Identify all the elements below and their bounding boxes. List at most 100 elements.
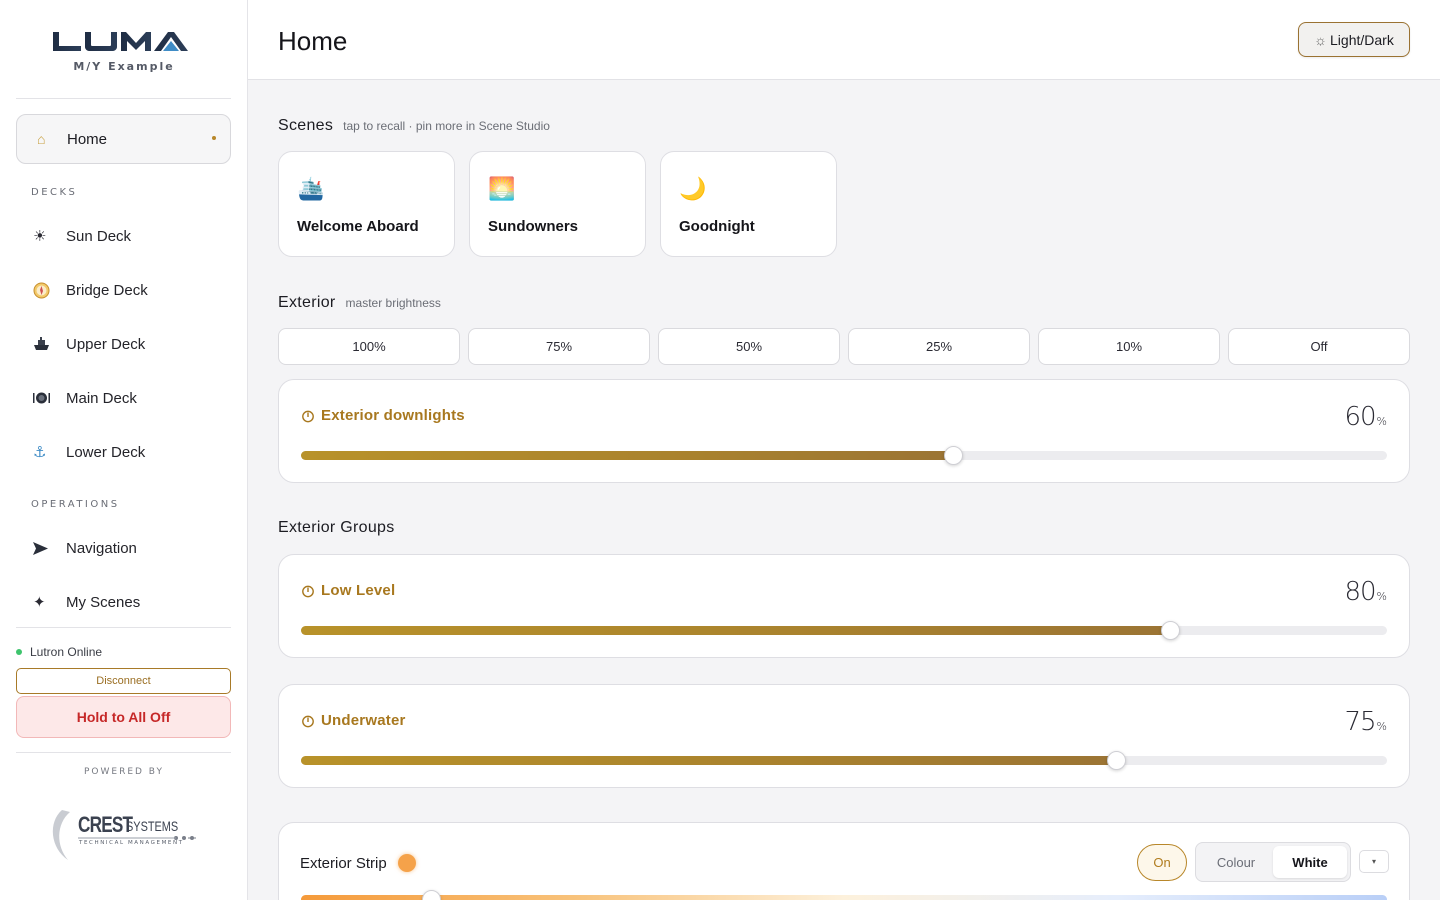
preset-100-button[interactable]: 100% xyxy=(278,328,460,365)
crest-logo-suffix: SYSTEMS xyxy=(126,818,179,834)
scene-card-welcome-aboard[interactable]: 🛳️ Welcome Aboard xyxy=(278,151,455,257)
fader-underwater: Underwater 75% xyxy=(278,684,1410,788)
fader-value-number: 60 xyxy=(1344,402,1376,432)
sidebar-divider xyxy=(16,98,231,99)
compass-icon xyxy=(33,282,66,299)
luma-wordmark-icon xyxy=(53,32,188,51)
slider-fill xyxy=(301,756,1116,765)
anchor-icon: ⚓ xyxy=(33,444,47,461)
sidebar: M/Y Example ⌂ Home DECKS ☀ Sun Deck Brid… xyxy=(0,0,248,900)
slider-handle[interactable] xyxy=(1160,621,1180,640)
mode-white-button[interactable]: White xyxy=(1273,846,1347,878)
connection-status: Lutron Online xyxy=(16,645,102,659)
power-icon xyxy=(302,585,314,597)
ship-icon: 🛳️ xyxy=(297,176,325,201)
scene-card-goodnight[interactable]: 🌙 Goodnight xyxy=(660,151,837,257)
fader-name[interactable]: Underwater xyxy=(301,712,406,729)
exterior-section-header: Exterior master brightness xyxy=(278,294,441,312)
navigation-arrow-icon xyxy=(33,541,66,555)
sun-icon: ☀ xyxy=(33,228,47,245)
preset-75-button[interactable]: 75% xyxy=(468,328,650,365)
fader-value-unit: % xyxy=(1376,720,1387,733)
slider-handle[interactable] xyxy=(1106,751,1126,770)
fader-value: 75% xyxy=(1344,707,1387,737)
scene-label: Goodnight xyxy=(679,218,755,235)
scene-label: Sundowners xyxy=(488,218,579,235)
fader-value-number: 80 xyxy=(1344,577,1376,607)
sidebar-divider xyxy=(16,752,231,753)
sidebar-item-navigation[interactable]: Navigation xyxy=(16,528,231,568)
fader-value: 80% xyxy=(1344,577,1387,607)
strip-color-swatch[interactable] xyxy=(397,854,416,872)
slider-handle[interactable] xyxy=(943,446,963,465)
active-indicator xyxy=(212,136,216,140)
connection-status-text: Lutron Online xyxy=(30,645,103,659)
slider-track[interactable] xyxy=(301,621,1387,640)
chevron-down-icon[interactable]: ▾ xyxy=(1359,850,1389,873)
theme-toggle-button[interactable]: ☼ Light/Dark xyxy=(1298,22,1410,57)
preset-50-button[interactable]: 50% xyxy=(658,328,840,365)
power-icon xyxy=(302,715,314,727)
scenes-title: Scenes xyxy=(278,117,334,134)
fader-value-unit: % xyxy=(1376,590,1387,603)
exterior-title: Exterior xyxy=(278,294,336,311)
sidebar-item-bridge-deck[interactable]: Bridge Deck xyxy=(16,270,231,310)
online-indicator xyxy=(16,649,22,655)
sidebar-item-label: Sun Deck xyxy=(66,227,132,245)
sidebar-item-home[interactable]: ⌂ Home xyxy=(16,114,231,164)
fader-value-unit: % xyxy=(1376,415,1387,428)
sidebar-item-label: My Scenes xyxy=(66,593,141,611)
sidebar-item-label: Bridge Deck xyxy=(66,281,148,299)
vessel-name: M/Y Example xyxy=(73,60,175,73)
strip-color-temp-track[interactable] xyxy=(301,895,1387,900)
preset-off-button[interactable]: Off xyxy=(1228,328,1410,365)
strip-slider-handle[interactable] xyxy=(421,890,441,900)
sidebar-item-main-deck[interactable]: Main Deck xyxy=(16,378,231,418)
home-icon: ⌂ xyxy=(37,131,46,147)
slider-track[interactable] xyxy=(301,446,1387,465)
dining-icon xyxy=(33,391,66,405)
scene-card-sundowners[interactable]: 🌅 Sundowners xyxy=(469,151,646,257)
strip-name-text: Exterior Strip xyxy=(300,854,387,872)
sidebar-item-sun-deck[interactable]: ☀ Sun Deck xyxy=(16,216,231,256)
fader-name-text: Exterior downlights xyxy=(321,407,465,424)
scenes-hint: tap to recall · pin more in Scene Studio xyxy=(343,119,550,133)
exterior-hint: master brightness xyxy=(345,296,441,310)
power-icon xyxy=(302,410,314,422)
crest-logo-tagline: TECHNICAL MANAGEMENT xyxy=(79,840,184,846)
slider-track[interactable] xyxy=(301,751,1387,770)
slider-fill xyxy=(301,451,953,460)
sidebar-divider xyxy=(16,627,231,628)
fader-name-text: Underwater xyxy=(321,712,406,729)
preset-10-button[interactable]: 10% xyxy=(1038,328,1220,365)
disconnect-button[interactable]: Disconnect xyxy=(16,668,231,694)
sidebar-item-my-scenes[interactable]: ✦ My Scenes xyxy=(16,582,231,622)
fader-exterior-downlights: Exterior downlights 60% xyxy=(278,379,1410,483)
theme-toggle-label: Light/Dark xyxy=(1330,31,1394,48)
fader-name-text: Low Level xyxy=(321,582,396,599)
sun-outline-icon: ☼ xyxy=(1314,31,1328,48)
all-off-button[interactable]: Hold to All Off xyxy=(16,696,231,738)
sidebar-item-label: Main Deck xyxy=(66,389,137,407)
sidebar-item-upper-deck[interactable]: Upper Deck xyxy=(16,324,231,364)
preset-25-button[interactable]: 25% xyxy=(848,328,1030,365)
sidebar-item-lower-deck[interactable]: ⚓ Lower Deck xyxy=(16,432,231,472)
decks-section-label: DECKS xyxy=(31,187,78,198)
crest-logo-name: CREST xyxy=(78,812,133,837)
operations-section-label: OPERATIONS xyxy=(31,499,120,510)
powered-by-label: POWERED BY xyxy=(83,767,164,777)
fader-name[interactable]: Low Level xyxy=(301,582,395,599)
top-bar: Home ☼ Light/Dark xyxy=(248,0,1440,80)
exterior-strip-card: Exterior Strip On Colour White ▾ xyxy=(278,822,1410,900)
fader-value: 60% xyxy=(1344,402,1387,432)
fader-value-number: 75 xyxy=(1344,707,1376,737)
fader-name[interactable]: Exterior downlights xyxy=(301,407,465,424)
strip-on-button[interactable]: On xyxy=(1137,844,1187,881)
luma-logo: M/Y Example xyxy=(0,28,248,73)
sidebar-item-label: Navigation xyxy=(66,539,137,557)
mode-colour-button[interactable]: Colour xyxy=(1199,846,1273,878)
sidebar-item-label: Lower Deck xyxy=(66,443,146,461)
ship-icon xyxy=(33,337,66,351)
sparkle-icon: ✦ xyxy=(33,594,46,611)
strip-name: Exterior Strip xyxy=(300,854,416,872)
